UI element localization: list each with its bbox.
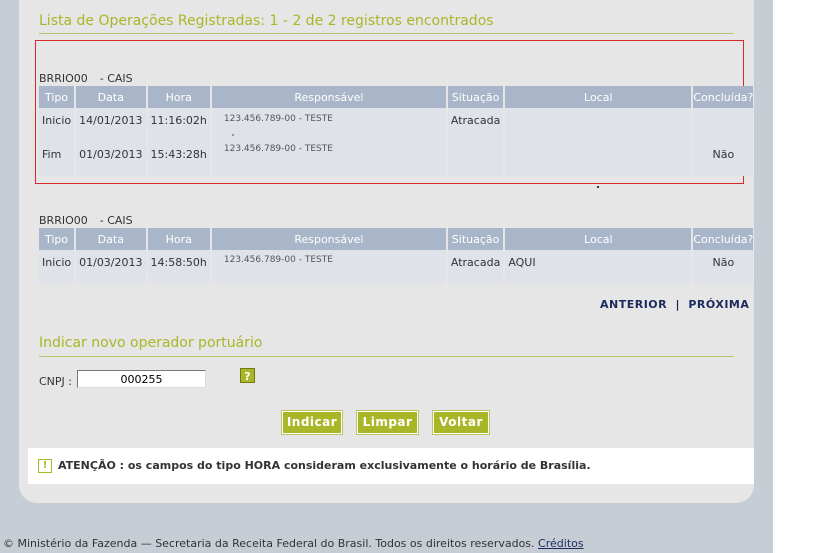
col-concluida: Concluída? — [693, 228, 754, 250]
cell-responsavel: 123.456.789-00 - TESTE — [211, 250, 446, 284]
operations-table: Tipo Data Hora Responsável Situação Loca… — [37, 228, 755, 284]
table-header-row: Tipo Data Hora Responsável Situação Loca… — [39, 228, 754, 250]
cell-situacao: Atracada — [447, 250, 504, 284]
col-data: Data — [76, 86, 146, 108]
group-header: BRRIO00 - CAIS — [39, 214, 133, 227]
col-local: Local — [505, 86, 692, 108]
table-row: Inicio 01/03/2013 14:58:50h 123.456.789-… — [39, 250, 754, 284]
table-row: Inicio 14/01/2013 11:16:02h 123.456.789-… — [39, 108, 754, 142]
cell-responsavel: 123.456.789-00 - TESTE — [211, 142, 446, 176]
cell-data: 14/01/2013 — [76, 108, 146, 142]
table-row: Fim 01/03/2013 15:43:28h 123.456.789-00 … — [39, 142, 754, 176]
cell-responsavel: 123.456.789-00 - TESTE — [211, 108, 446, 142]
col-hora: Hora — [147, 228, 210, 250]
list-title: Lista de Operações Registradas: 1 - 2 de… — [39, 13, 494, 29]
title-divider — [39, 33, 734, 34]
group-code: BRRIO00 — [39, 214, 88, 227]
cell-concluida: Não — [693, 250, 754, 284]
cell-data: 01/03/2013 — [76, 142, 146, 176]
cell-hora: 14:58:50h — [147, 250, 210, 284]
table-header-row: Tipo Data Hora Responsável Situação Loca… — [39, 86, 754, 108]
credits-link[interactable]: Créditos — [538, 537, 584, 550]
voltar-button[interactable]: Voltar — [432, 410, 490, 435]
cell-local — [505, 142, 692, 176]
cell-situacao: Atracada — [447, 108, 504, 142]
col-hora: Hora — [147, 86, 210, 108]
cell-situacao — [447, 142, 504, 176]
pagination-separator: | — [675, 298, 680, 311]
col-situacao: Situação — [447, 86, 504, 108]
col-tipo: Tipo — [39, 228, 75, 250]
col-situacao: Situação — [447, 228, 504, 250]
cell-concluida: Não — [693, 142, 754, 176]
indicar-button[interactable]: Indicar — [281, 410, 343, 435]
right-margin — [773, 0, 819, 553]
operations-table: Tipo Data Hora Responsável Situação Loca… — [37, 86, 755, 176]
cell-hora: 11:16:02h — [147, 108, 210, 142]
col-concluida: Concluída? — [693, 86, 754, 108]
page-footer: © Ministério da Fazenda — Secretaria da … — [3, 537, 584, 550]
col-local: Local — [505, 228, 692, 250]
col-tipo: Tipo — [39, 86, 75, 108]
operator-section-title: Indicar novo operador portuário — [39, 335, 263, 351]
col-data: Data — [76, 228, 146, 250]
warning-icon: ! — [38, 459, 52, 473]
col-responsavel: Responsável — [211, 86, 446, 108]
cnpj-label: CNPJ : — [39, 375, 72, 388]
cell-tipo: Inicio — [39, 108, 75, 142]
col-responsavel: Responsável — [211, 228, 446, 250]
cell-tipo: Fim — [39, 142, 75, 176]
help-icon[interactable]: ? — [240, 368, 255, 383]
cnpj-input[interactable] — [77, 370, 206, 388]
footer-text: © Ministério da Fazenda — Secretaria da … — [3, 537, 535, 550]
next-page-link[interactable]: PRÓXIMA — [688, 298, 749, 311]
cell-concluida — [693, 108, 754, 142]
stray-mark — [597, 186, 599, 188]
cell-local: AQUI — [505, 250, 692, 284]
notice-text: ATENÇÃO : os campos do tipo HORA conside… — [58, 459, 591, 472]
limpar-button[interactable]: Limpar — [356, 410, 419, 435]
cell-tipo: Inicio — [39, 250, 75, 284]
cell-hora: 15:43:28h — [147, 142, 210, 176]
cell-local — [505, 108, 692, 142]
group-header: BRRIO00 - CAIS — [39, 72, 133, 85]
previous-page-link[interactable]: ANTERIOR — [600, 298, 667, 311]
group-name: - CAIS — [99, 214, 133, 227]
group-name: - CAIS — [99, 72, 133, 85]
stray-mark — [232, 134, 234, 136]
group-code: BRRIO00 — [39, 72, 88, 85]
cell-data: 01/03/2013 — [76, 250, 146, 284]
title-divider — [39, 356, 734, 357]
pagination: ANTERIOR | PRÓXIMA — [600, 298, 749, 311]
